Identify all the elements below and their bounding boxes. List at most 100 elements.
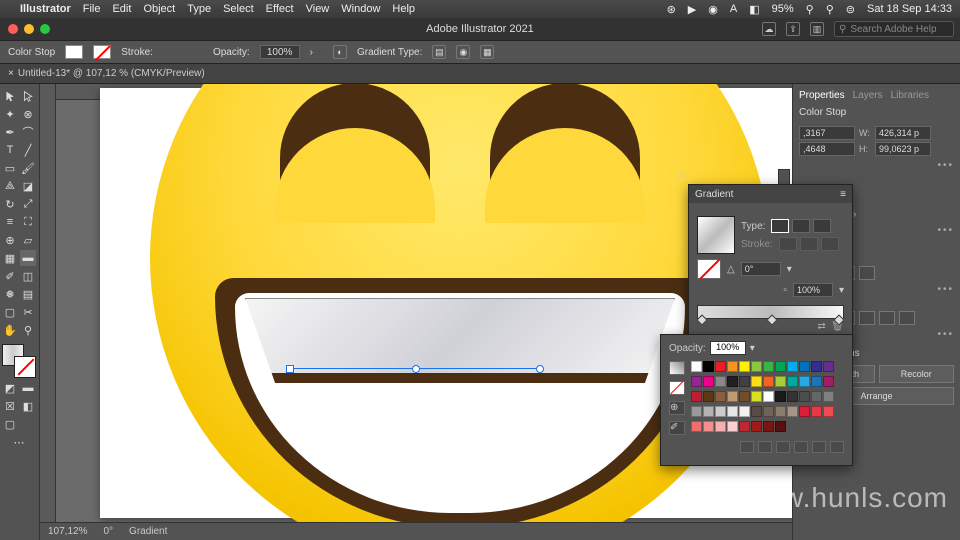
swatch[interactable]: [691, 361, 702, 372]
h-field[interactable]: 99,0623 p: [875, 142, 931, 156]
menu-file[interactable]: File: [83, 3, 101, 15]
canvas[interactable]: 107,12% 0° Gradient: [40, 84, 792, 540]
document-tab[interactable]: Untitled-13* @ 107,12 % (CMYK/Preview): [18, 68, 205, 79]
swatch[interactable]: [775, 406, 786, 417]
swatch[interactable]: [763, 376, 774, 387]
swatch[interactable]: [703, 391, 714, 402]
width-tool-icon[interactable]: ≡: [2, 214, 18, 230]
swatch[interactable]: [751, 361, 762, 372]
scale-tool-icon[interactable]: ⤢: [20, 196, 36, 212]
menu-window[interactable]: Window: [341, 3, 380, 15]
opacity-input[interactable]: 100%: [710, 341, 746, 355]
delete-swatch-icon[interactable]: [830, 441, 844, 453]
menu-object[interactable]: Object: [143, 3, 175, 15]
align-vcenter-icon[interactable]: [879, 311, 895, 325]
magic-wand-tool-icon[interactable]: ✦: [2, 106, 18, 122]
swatch[interactable]: [751, 421, 762, 432]
window-minimize[interactable]: [24, 24, 34, 34]
help-search[interactable]: ⚲ Search Adobe Help: [834, 21, 954, 37]
rectangle-tool-icon[interactable]: ▭: [2, 160, 18, 176]
align-top-icon[interactable]: [859, 311, 875, 325]
swatch[interactable]: [727, 361, 738, 372]
status-control-icon[interactable]: ⊜: [846, 3, 855, 16]
type-tool-icon[interactable]: T: [2, 142, 18, 158]
swatch[interactable]: [763, 391, 774, 402]
gradient-mode-icon[interactable]: ▬: [20, 380, 36, 396]
menu-effect[interactable]: Effect: [266, 3, 294, 15]
freeform-grad-icon[interactable]: ▦: [480, 45, 494, 59]
linear-grad-icon[interactable]: ▤: [432, 45, 446, 59]
scale-field[interactable]: 100%: [793, 283, 833, 297]
tab-properties[interactable]: Properties: [799, 90, 845, 101]
menu-view[interactable]: View: [306, 3, 330, 15]
eraser-tool-icon[interactable]: ◪: [20, 178, 36, 194]
swatch[interactable]: [715, 361, 726, 372]
fill-stroke-control[interactable]: [2, 344, 36, 378]
edit-toolbar-icon[interactable]: ⋯: [2, 434, 36, 450]
x-field[interactable]: ,3167: [799, 126, 855, 140]
tab-layers[interactable]: Layers: [853, 90, 883, 101]
radial-type-icon[interactable]: [792, 219, 810, 233]
swatch-kind-icon[interactable]: [669, 361, 685, 375]
swatch[interactable]: [811, 406, 822, 417]
chevron-right-icon[interactable]: ›: [853, 209, 856, 220]
swatch[interactable]: [763, 361, 774, 372]
w-field[interactable]: 426,314 p: [875, 126, 931, 140]
swatch[interactable]: [823, 406, 834, 417]
swatch[interactable]: [691, 406, 702, 417]
swatch[interactable]: [739, 391, 750, 402]
swatch[interactable]: [739, 361, 750, 372]
freeform-type-icon[interactable]: [813, 219, 831, 233]
gradient-slider[interactable]: [697, 305, 844, 319]
swatch[interactable]: [715, 391, 726, 402]
menu-edit[interactable]: Edit: [112, 3, 131, 15]
fill-swatch[interactable]: [65, 45, 83, 59]
swatch[interactable]: [787, 406, 798, 417]
swatch[interactable]: [811, 361, 822, 372]
chevron-icon[interactable]: ›: [310, 47, 313, 58]
swatch[interactable]: [751, 391, 762, 402]
eyedropper-tool-icon[interactable]: ✐: [2, 268, 18, 284]
pathfinder-icon[interactable]: [859, 266, 875, 280]
swatch[interactable]: [715, 421, 726, 432]
zoom-level[interactable]: 107,12%: [48, 526, 87, 537]
swatch[interactable]: [763, 421, 774, 432]
free-transform-icon[interactable]: ⛶: [20, 214, 36, 230]
more-options-icon[interactable]: •••: [799, 160, 954, 171]
swatch[interactable]: [739, 406, 750, 417]
gradient-preview[interactable]: [697, 216, 735, 254]
swatch-lib-icon[interactable]: [740, 441, 754, 453]
gradient-end-handle[interactable]: [536, 365, 544, 373]
close-icon[interactable]: ×: [679, 171, 685, 182]
radial-grad-icon[interactable]: ◉: [456, 45, 470, 59]
swatch[interactable]: [775, 391, 786, 402]
cloud-icon[interactable]: ☁: [762, 22, 776, 36]
align-bottom-icon[interactable]: [899, 311, 915, 325]
rotation[interactable]: 0°: [103, 526, 113, 537]
swatch[interactable]: [823, 391, 834, 402]
gradient-mid-handle[interactable]: [412, 365, 420, 373]
swatch[interactable]: [727, 376, 738, 387]
line-tool-icon[interactable]: ╱: [20, 142, 36, 158]
gradient-tool-icon[interactable]: ▬: [20, 250, 36, 266]
curvature-tool-icon[interactable]: ⌒: [20, 124, 36, 140]
swatch[interactable]: [787, 376, 798, 387]
swatch[interactable]: [751, 406, 762, 417]
new-swatch-icon[interactable]: [812, 441, 826, 453]
swatch[interactable]: [751, 376, 762, 387]
panel-menu-icon[interactable]: ≡: [840, 189, 846, 200]
menu-select[interactable]: Select: [223, 3, 254, 15]
shape-builder-icon[interactable]: ⊕: [2, 232, 18, 248]
shaper-tool-icon[interactable]: ⟁: [2, 178, 18, 194]
window-zoom[interactable]: [40, 24, 50, 34]
swatch[interactable]: [811, 376, 822, 387]
perspective-icon[interactable]: ▱: [20, 232, 36, 248]
swatch[interactable]: [775, 376, 786, 387]
swatch-none-icon[interactable]: [669, 381, 685, 395]
brush-tool-icon[interactable]: 🖌: [20, 160, 36, 176]
direct-select-tool-icon[interactable]: [20, 88, 36, 104]
angle-field[interactable]: 0°: [741, 262, 781, 276]
tab-libraries[interactable]: Libraries: [891, 90, 929, 101]
chevron-down-icon[interactable]: ▾: [839, 285, 844, 296]
swatch[interactable]: [775, 361, 786, 372]
